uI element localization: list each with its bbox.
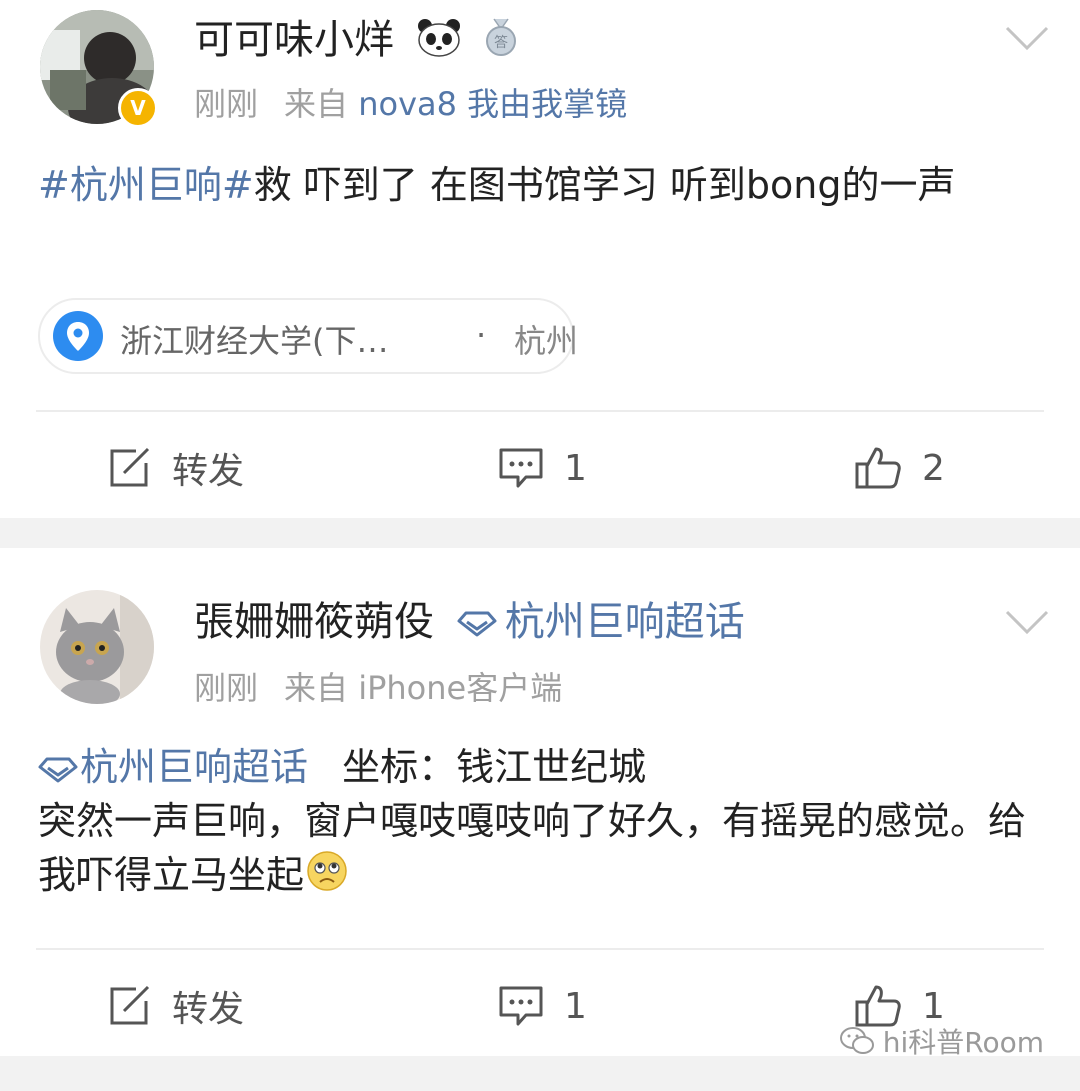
comment-button[interactable]: 1	[498, 438, 587, 498]
post-time: 刚刚	[194, 669, 259, 707]
chevron-down-icon[interactable]	[1004, 608, 1050, 636]
post-text-block: 突然一声巨响，窗户嘎吱嘎吱响了好久，有摇晃的感觉。给我吓得立马坐起	[38, 794, 1042, 906]
location-name: 浙江财经大学(下…	[120, 322, 389, 360]
post-content: #杭州巨响#救 吓到了 在图书馆学习 听到bong的一声	[38, 158, 1042, 212]
diamond-icon	[38, 757, 78, 782]
weibo-post: 張姍姍筱蒴伇 杭州巨响超话 刚刚 来自 iPhone客户端 杭州巨响超话 坐标：钱…	[0, 548, 1080, 1056]
comment-icon	[499, 448, 543, 488]
diamond-icon	[457, 611, 497, 637]
comment-icon	[499, 986, 543, 1026]
post-author-row: 張姍姍筱蒴伇 杭州巨响超话	[194, 598, 745, 646]
verified-badge-icon: V	[118, 88, 158, 128]
post-author[interactable]: 可可味小烊 答	[194, 16, 519, 68]
divider	[36, 948, 1044, 950]
repost-button[interactable]: 转发	[106, 976, 244, 1036]
source-link[interactable]: nova8 我由我掌镜	[358, 85, 627, 123]
post-time: 刚刚	[194, 85, 259, 123]
username-text[interactable]: 張姍姍筱蒴伇	[194, 599, 434, 645]
post-location-text: 坐标：钱江世纪城	[342, 745, 647, 789]
source-text: iPhone客户端	[358, 669, 563, 707]
post-content: 杭州巨响超话 坐标：钱江世纪城 突然一声巨响，窗户嘎吱嘎吱响了好久，有摇晃的感觉…	[38, 740, 1042, 906]
repost-label: 转发	[172, 451, 245, 492]
location-separator: ·	[476, 316, 487, 354]
thumbs-up-icon	[855, 447, 901, 489]
like-button[interactable]: 2	[854, 438, 945, 498]
avatar[interactable]	[40, 590, 154, 704]
wechat-icon	[839, 1027, 874, 1054]
like-count: 2	[922, 447, 945, 489]
chevron-down-icon[interactable]	[1004, 24, 1050, 52]
post-text: 突然一声巨响，窗户嘎吱嘎吱响了好久，有摇晃的感觉。给我吓得立马坐起	[38, 799, 1027, 897]
medal-icon: 答	[483, 17, 519, 68]
worried-emoji-icon	[306, 850, 348, 906]
repost-icon	[110, 447, 150, 487]
hashtag-link[interactable]: #杭州巨响#	[38, 163, 254, 207]
comment-button[interactable]: 1	[498, 976, 587, 1036]
username-text: 可可味小烊	[194, 17, 394, 63]
supertopic-name: 杭州巨响超话	[504, 599, 745, 645]
location-tag[interactable]: 浙江财经大学(下… · 杭州	[38, 298, 578, 374]
repost-icon	[110, 985, 150, 1025]
repost-label: 转发	[172, 989, 245, 1030]
post-text: 救 吓到了 在图书馆学习 听到bong的一声	[253, 163, 956, 207]
post-meta: 刚刚 来自 nova8 我由我掌镜	[194, 84, 627, 124]
watermark: hi科普Room	[839, 1021, 1044, 1061]
comment-count: 1	[564, 447, 587, 489]
supertopic-link-text: 杭州巨响超话	[80, 745, 309, 789]
supertopic-tag[interactable]: 杭州巨响超话	[457, 599, 745, 645]
weibo-post: V 可可味小烊 答 刚刚 来自 nova8 我由我掌镜 #杭州巨响#救 吓到了 …	[0, 0, 1080, 518]
divider	[36, 410, 1044, 412]
comment-count: 1	[564, 985, 587, 1027]
source-prefix: 来自	[284, 85, 349, 123]
location-pin-icon	[52, 310, 104, 370]
source-prefix: 来自	[284, 669, 349, 707]
post-meta: 刚刚 来自 iPhone客户端	[194, 668, 562, 708]
supertopic-link[interactable]: 杭州巨响超话	[38, 745, 320, 789]
panda-icon	[417, 17, 461, 68]
repost-button[interactable]: 转发	[106, 438, 244, 498]
watermark-text: hi科普Room	[882, 1026, 1044, 1059]
content-first-line: 杭州巨响超话 坐标：钱江世纪城	[38, 740, 1042, 794]
svg-text:答: 答	[494, 34, 508, 51]
location-city: 杭州	[514, 322, 579, 360]
